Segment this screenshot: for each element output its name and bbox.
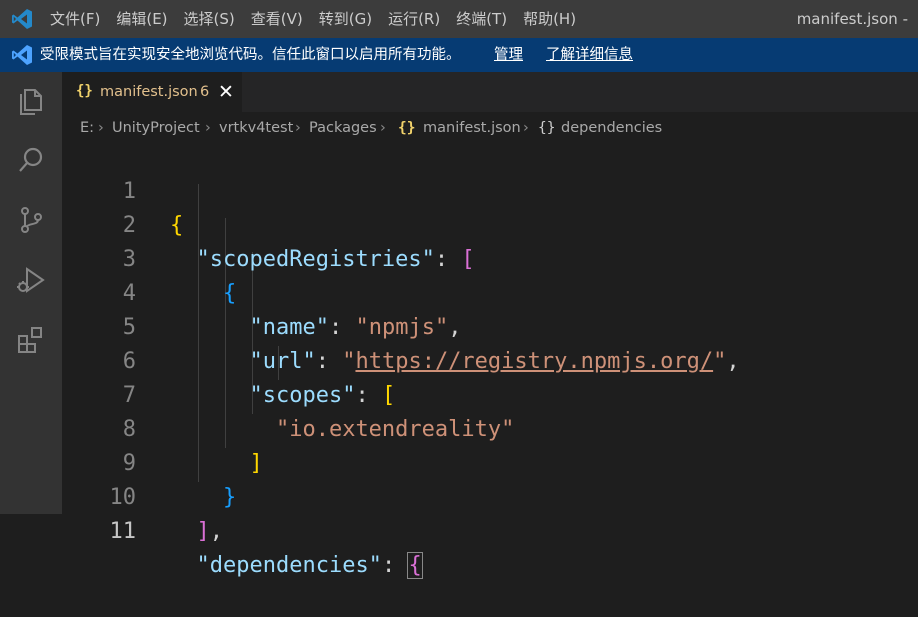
tab-manifest-json[interactable]: {} manifest.json 6 ✕ <box>62 72 242 112</box>
json-file-icon: {} <box>398 120 416 136</box>
menu-file[interactable]: 文件(F) <box>42 0 108 38</box>
code-line: 2 "scopedRegistries": [ <box>62 175 918 272</box>
breadcrumb: E: › UnityProject › vrtkv4test › Package… <box>62 112 918 144</box>
extensions-icon[interactable] <box>15 324 47 356</box>
bracket-match: { <box>407 552 423 579</box>
menu-bar: 文件(F) 编辑(E) 选择(S) 查看(V) 转到(G) 运行(R) 终端(T… <box>42 0 584 38</box>
activity-bar <box>0 72 62 514</box>
window-title: manifest.json - <box>796 10 908 28</box>
code-line: 6 "scopes": [ <box>62 311 918 408</box>
chevron-right-icon: › <box>205 120 211 136</box>
menu-terminal[interactable]: 终端(T) <box>448 0 515 38</box>
manage-link[interactable]: 管理 <box>494 38 523 72</box>
breadcrumb-manifest-json[interactable]: manifest.json <box>423 112 521 144</box>
explorer-icon[interactable] <box>15 84 47 116</box>
code-line: 1 { <box>62 141 918 238</box>
breadcrumb-drive[interactable]: E: <box>80 112 94 144</box>
chevron-right-icon: › <box>98 120 104 136</box>
breadcrumb-vrtkv4test[interactable]: vrtkv4test <box>219 112 293 144</box>
json-key: "dependencies" <box>196 553 382 578</box>
restricted-mode-banner: 受限模式旨在实现安全地浏览代码。信任此窗口以启用所有功能。 管理 了解详细信息 <box>0 38 918 72</box>
chevron-right-icon: › <box>523 120 529 136</box>
tab-bar: {} manifest.json 6 ✕ <box>62 72 918 112</box>
code-line: 10 ], <box>62 447 918 544</box>
title-bar: 文件(F) 编辑(E) 选择(S) 查看(V) 转到(G) 运行(R) 终端(T… <box>0 0 918 38</box>
code-line: 4 "name": "npmjs", <box>62 243 918 340</box>
line-number: 11 <box>109 519 137 544</box>
colon: : <box>381 553 409 578</box>
breadcrumb-packages[interactable]: Packages <box>309 112 377 144</box>
chevron-right-icon: › <box>295 120 301 136</box>
menu-help[interactable]: 帮助(H) <box>515 0 584 38</box>
close-icon[interactable]: ✕ <box>218 72 234 112</box>
code-line: 3 { <box>62 209 918 306</box>
code-line: 7 "io.extendreality" <box>62 345 918 442</box>
code-line: 9 } <box>62 413 918 510</box>
bracket: ] <box>196 519 210 544</box>
menu-selection[interactable]: 选择(S) <box>176 0 243 38</box>
line-content: "dependencies": { <box>170 549 423 583</box>
source-control-icon[interactable] <box>15 204 47 236</box>
learn-more-link[interactable]: 了解详细信息 <box>546 38 633 72</box>
run-debug-icon[interactable] <box>15 264 47 296</box>
vscode-logo-icon <box>12 45 32 65</box>
code-line: 5 "url": "https://registry.npmjs.org/", <box>62 277 918 374</box>
breadcrumb-unityproject[interactable]: UnityProject <box>112 112 200 144</box>
breadcrumb-dependencies[interactable]: dependencies <box>561 112 662 144</box>
menu-go[interactable]: 转到(G) <box>311 0 380 38</box>
banner-message: 受限模式旨在实现安全地浏览代码。信任此窗口以启用所有功能。 <box>40 47 461 63</box>
line-content: ], <box>170 515 224 549</box>
menu-view[interactable]: 查看(V) <box>243 0 311 38</box>
code-editor[interactable]: 1 { 2 "scopedRegistries": [ 3 { 4 "name"… <box>62 141 918 579</box>
menu-run[interactable]: 运行(R) <box>380 0 448 38</box>
vscode-logo-icon <box>12 9 32 29</box>
code-line: 8 ] <box>62 379 918 476</box>
tab-filename: manifest.json <box>100 84 198 100</box>
json-file-icon: {} <box>76 83 93 99</box>
problems-count-badge: 6 <box>200 84 210 100</box>
json-object-icon: {} <box>538 120 556 136</box>
search-icon[interactable] <box>15 144 47 176</box>
code-line: 11 "dependencies": { <box>62 481 918 579</box>
comma: , <box>209 519 223 544</box>
menu-edit[interactable]: 编辑(E) <box>108 0 175 38</box>
chevron-right-icon: › <box>380 120 386 136</box>
